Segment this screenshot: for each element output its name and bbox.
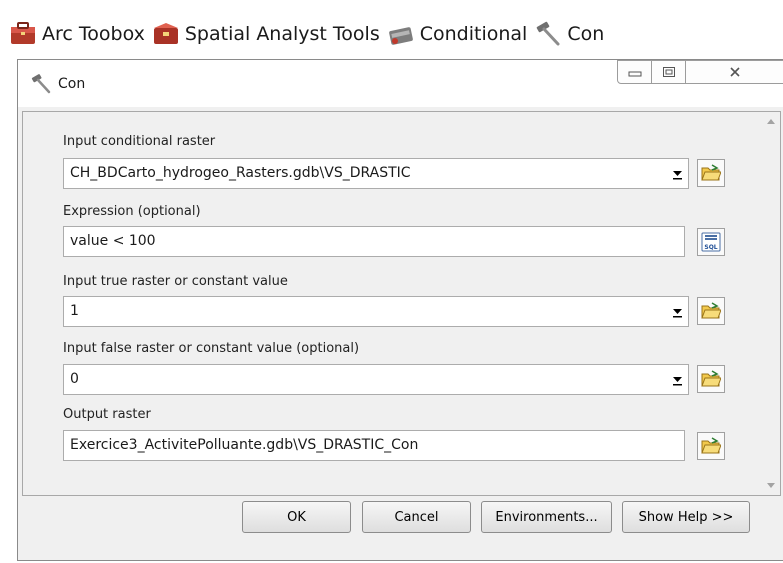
ok-button[interactable]: OK [242,501,351,533]
expression-input[interactable]: value < 100 [63,226,685,257]
browse-output-raster-button[interactable] [697,432,725,460]
breadcrumb-item-conditional[interactable]: Conditional [386,21,534,47]
sql-icon-text: SQL [704,244,717,251]
breadcrumb-item-spatial-analyst-tools[interactable]: Spatial Analyst Tools [151,21,386,47]
title-bar[interactable]: Con [18,60,783,107]
parameters-panel: Input conditional raster CH_BDCarto_hydr… [22,111,781,496]
expression-label: Expression (optional) [63,204,201,219]
close-button[interactable] [685,60,783,84]
output-raster-label: Output raster [63,407,151,422]
input-conditional-raster-combobox[interactable]: CH_BDCarto_hydrogeo_Rasters.gdb\VS_DRAST… [63,158,689,189]
input-true-raster-combobox[interactable]: 1 [63,296,689,327]
browse-true-raster-button[interactable] [697,297,725,325]
output-raster-input[interactable]: Exercice3_ActivitePolluante.gdb\VS_DRAST… [63,430,685,461]
browse-folder-icon [701,370,721,387]
breadcrumb-label: Spatial Analyst Tools [184,23,380,45]
dropdown-arrow-icon[interactable] [670,303,685,320]
minimize-icon [628,71,641,77]
toolbox-icon [153,23,178,44]
dropdown-arrow-icon[interactable] [670,371,685,388]
sql-icon: SQL [701,232,721,252]
show-help-button[interactable]: Show Help >> [622,501,750,533]
hammer-icon [536,21,560,46]
scroll-up-arrow-icon[interactable] [767,119,775,124]
sql-query-builder-button[interactable]: SQL [697,228,725,256]
input-false-raster-value: 0 [70,371,79,387]
minimize-button[interactable] [617,60,652,84]
browse-folder-icon [701,437,721,454]
toolbox-icon [11,22,35,44]
maximize-icon [662,67,675,77]
breadcrumb-item-con[interactable]: Con [533,21,610,47]
browse-false-raster-button[interactable] [697,365,725,393]
input-false-raster-label: Input false raster or constant value (op… [63,341,360,356]
cancel-button[interactable]: Cancel [362,501,471,533]
expression-value: value < 100 [70,233,156,249]
con-tool-dialog: Con Input conditional raster CH_BDCarto_… [17,59,783,561]
input-false-raster-combobox[interactable]: 0 [63,364,689,395]
maximize-button[interactable] [651,60,686,84]
input-conditional-raster-value: CH_BDCarto_hydrogeo_Rasters.gdb\VS_DRAST… [70,165,411,181]
breadcrumb: Arc Toobox Spatial Analyst Tools Conditi… [8,18,610,50]
hammer-icon [31,74,51,94]
breadcrumb-label: Con [567,23,605,45]
scroll-down-arrow-icon[interactable] [767,483,775,488]
output-raster-value: Exercice3_ActivitePolluante.gdb\VS_DRAST… [70,437,419,453]
breadcrumb-label: Arc Toobox [42,23,145,45]
input-true-raster-label: Input true raster or constant value [63,274,288,289]
breadcrumb-label: Conditional [419,23,528,45]
vertical-scrollbar[interactable] [763,112,780,495]
browse-conditional-raster-button[interactable] [697,159,725,187]
browse-folder-icon [701,164,721,181]
environments-button[interactable]: Environments... [481,501,612,533]
input-true-raster-value: 1 [70,303,79,319]
breadcrumb-item-arc-toolbox[interactable]: Arc Toobox [8,21,151,47]
input-conditional-raster-label: Input conditional raster [63,134,216,149]
toolset-icon [388,27,413,45]
close-icon [730,67,740,77]
window-title: Con [58,76,86,92]
dropdown-arrow-icon[interactable] [670,165,685,182]
browse-folder-icon [701,302,721,319]
